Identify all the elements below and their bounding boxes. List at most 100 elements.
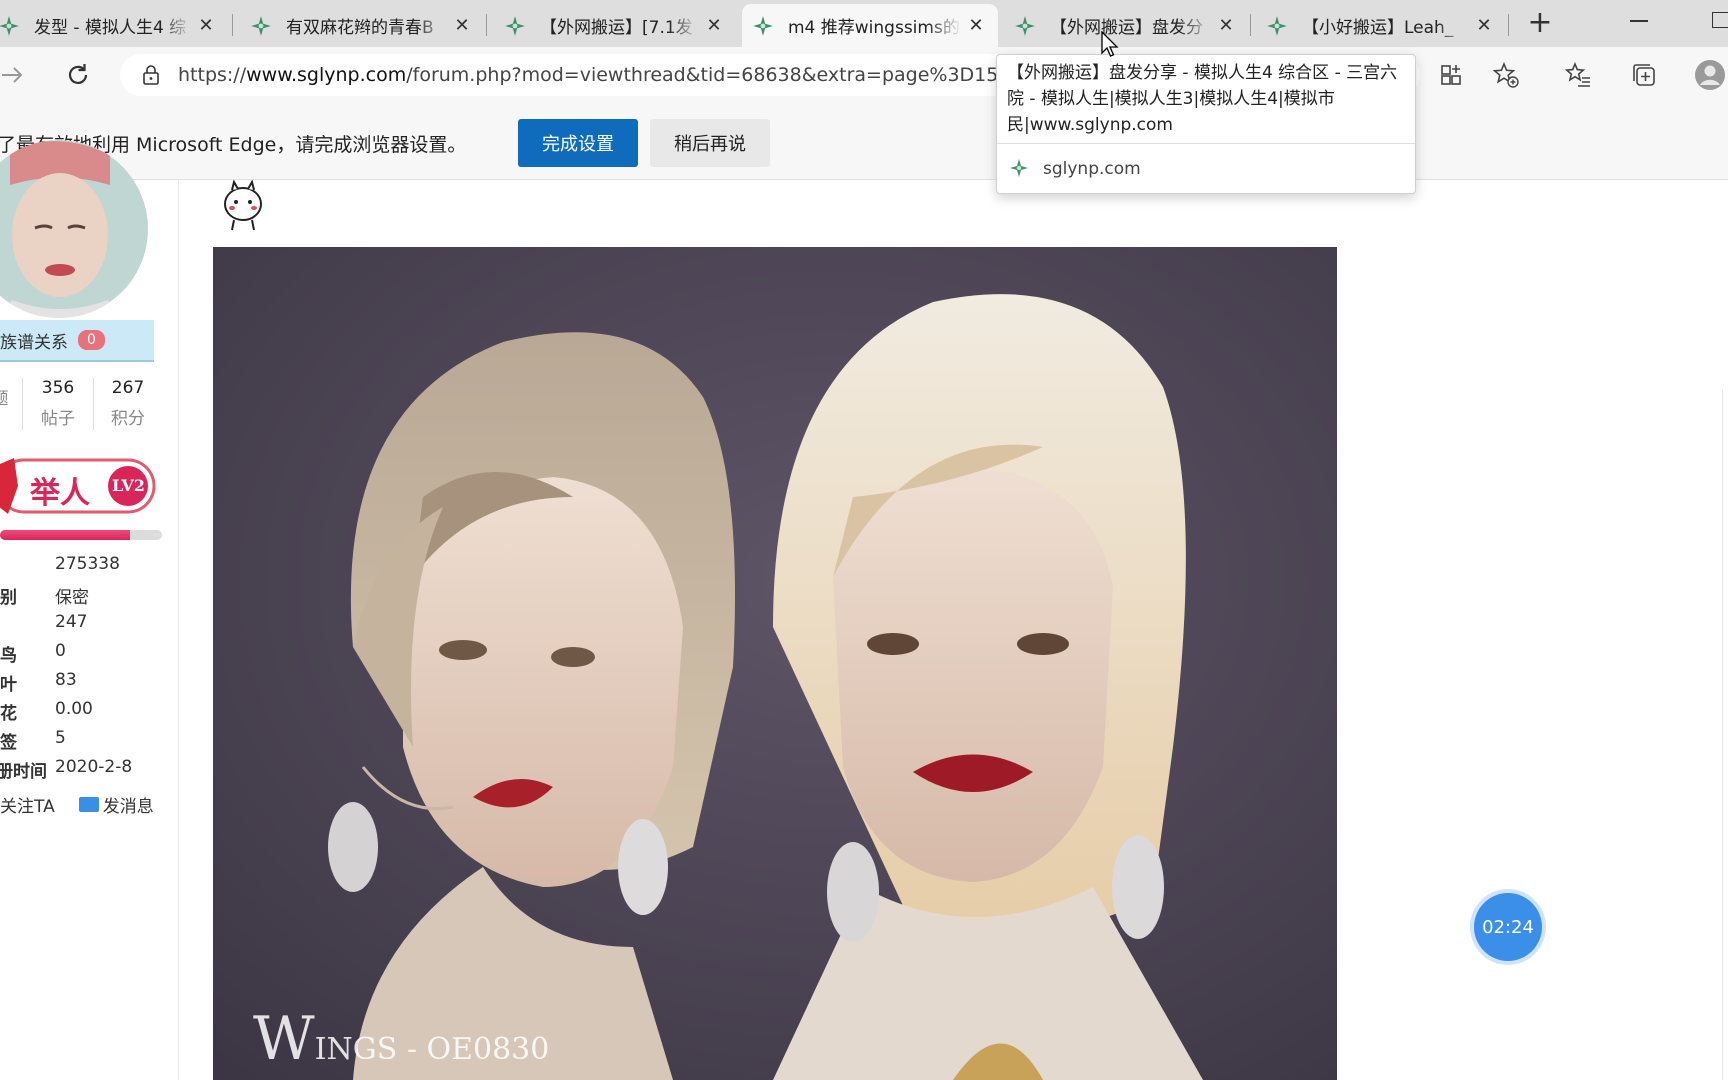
forward-button[interactable] [0, 55, 32, 95]
browser-tab[interactable]: 【外网搬运】盘发分 ✕ [1004, 4, 1248, 47]
edge-setup-infobar: 为了最有效地利用 Microsoft Edge，请完成浏览器设置。 完成设置 稍… [0, 105, 1728, 180]
info-value: 0.00 [55, 699, 93, 719]
info-value: 247 [55, 612, 88, 632]
info-value: 275338 [55, 554, 120, 574]
info-key: 别 [0, 588, 17, 608]
tab-title: 【外网搬运】[7.1发 [540, 18, 693, 38]
add-favorite-button[interactable] [1490, 59, 1522, 91]
tab-separator [1508, 14, 1509, 36]
info-row: 叶 83 [0, 670, 178, 698]
browser-toolbar: https://www.sglynp.com/forum.php?mod=vie… [0, 47, 1728, 105]
profile-button[interactable] [1694, 59, 1726, 91]
envelope-icon [78, 797, 99, 812]
stat-number: 356 [41, 378, 75, 398]
rank-level: LV2 [112, 476, 145, 495]
complete-setup-button[interactable]: 完成设置 [518, 119, 638, 167]
hairstyle-preview-image [213, 247, 1337, 1080]
tooltip-divider [997, 143, 1415, 144]
tab-strip: 发型 - 模拟人生4 综 ✕ 有双麻花辫的青春B ✕ 【外网搬运】[7.1发 ✕… [0, 0, 1728, 47]
url-text: https://www.sglynp.com/forum.php?mod=vie… [178, 64, 1016, 86]
info-key: 签 [0, 733, 17, 753]
refresh-icon [68, 64, 88, 84]
tab-separator [486, 14, 487, 36]
new-tab-button[interactable]: + [1520, 6, 1560, 42]
refresh-button[interactable] [58, 55, 98, 95]
tab-separator [1250, 14, 1251, 36]
rank-progress-bar [0, 530, 162, 540]
kin-count-badge: 0 [78, 330, 105, 350]
site-favicon-icon [1015, 15, 1035, 36]
stat-divider [22, 378, 23, 430]
site-favicon-icon [1010, 159, 1028, 177]
info-row: 247 [0, 612, 178, 640]
watermark-initial: W [253, 1004, 315, 1074]
right-panel-edge [1722, 390, 1728, 1080]
tab-title: m4 推荐wingssims的 [788, 18, 960, 38]
close-tab-icon[interactable]: ✕ [700, 15, 728, 36]
site-favicon-icon [505, 15, 525, 36]
tab-title: 有双麻花辫的青春B [286, 18, 434, 38]
stat-topics[interactable]: 题 [0, 378, 10, 409]
close-tab-icon[interactable]: ✕ [192, 15, 220, 36]
info-row-register-date: 册时间 2020-2-8 [0, 757, 178, 785]
tab-title: 【外网搬运】盘发分 [1050, 18, 1203, 38]
info-value: 保密 [55, 588, 89, 608]
tooltip-title: 【外网搬运】盘发分享 - 模拟人生4 综合区 - 三宫六院 - 模拟人生|模拟人… [1007, 63, 1398, 135]
video-timer-badge[interactable]: 02:24 [1474, 893, 1542, 961]
maximize-window-icon[interactable] [1712, 12, 1728, 28]
info-value: 83 [55, 670, 77, 690]
stat-posts[interactable]: 356 帖子 [30, 378, 86, 429]
stat-divider [93, 378, 94, 430]
lock-icon[interactable] [142, 65, 160, 85]
arrow-right-icon [2, 67, 23, 83]
send-message-link[interactable]: 发消息 [103, 792, 154, 817]
follow-link[interactable]: 关注TA [0, 792, 55, 817]
browser-tab[interactable]: 有双麻花辫的青春B ✕ [240, 4, 484, 47]
post-image[interactable]: WINGS - OE0830 [213, 247, 1337, 1080]
favorites-button[interactable] [1562, 59, 1594, 91]
tab-separator [232, 14, 233, 36]
close-tab-icon[interactable]: ✕ [448, 15, 476, 36]
browser-tab[interactable]: 发型 - 模拟人生4 综 ✕ [0, 4, 228, 47]
browser-tab[interactable]: 【外网搬运】[7.1发 ✕ [494, 4, 736, 47]
apps-grid-icon [1441, 65, 1461, 85]
tab-title: 【小好搬运】Leah_ [1302, 18, 1454, 38]
stat-label: 积分 [111, 409, 145, 429]
stat-label: 题 [0, 384, 10, 409]
stat-points[interactable]: 267 积分 [100, 378, 156, 429]
close-tab-icon[interactable]: ✕ [1470, 15, 1498, 36]
kin-relation-button[interactable]: 族谱关系 0 [0, 320, 154, 362]
url-scheme: https:// [178, 64, 247, 86]
site-favicon-icon [1267, 15, 1287, 36]
site-favicon-icon [251, 15, 271, 36]
profile-actions: 关注TA 发消息 [0, 792, 154, 817]
tab-title: 发型 - 模拟人生4 综 [34, 18, 187, 38]
info-value: 5 [55, 728, 66, 748]
rank-title: 举人 [30, 476, 90, 511]
browser-tab[interactable]: 【小好搬运】Leah_ ✕ [1256, 4, 1506, 47]
favorites-list-icon [1564, 61, 1590, 87]
close-tab-icon[interactable]: ✕ [1212, 15, 1240, 36]
close-tab-icon[interactable]: ✕ [962, 15, 990, 36]
tooltip-host: sglynp.com [1043, 159, 1141, 179]
url-path: /forum.php?mod=viewthread&tid=68638&extr… [406, 64, 1017, 86]
apps-button[interactable] [1436, 59, 1468, 91]
info-row: 花 0.00 [0, 699, 178, 727]
stat-number: 267 [111, 378, 145, 398]
later-button[interactable]: 稍后再说 [650, 119, 770, 167]
info-row: 签 5 [0, 728, 178, 756]
image-watermark: WINGS - OE0830 [253, 1004, 549, 1074]
rank-progress-fill [0, 530, 130, 540]
minimize-window-icon[interactable] [1630, 20, 1648, 22]
collections-button[interactable] [1628, 59, 1660, 91]
mascot-sticker-icon [224, 180, 262, 231]
info-row-gender: 别 保密 [0, 583, 178, 611]
tab-hover-tooltip: 【外网搬运】盘发分享 - 模拟人生4 综合区 - 三宫六院 - 模拟人生|模拟人… [996, 54, 1416, 194]
mouse-cursor-icon [1101, 31, 1119, 57]
info-key: 册时间 [0, 762, 47, 782]
info-key: 花 [0, 704, 17, 724]
info-value: 2020-2-8 [55, 757, 133, 777]
browser-tab-active[interactable]: m4 推荐wingssims的 ✕ [742, 4, 998, 47]
site-favicon-icon [753, 15, 773, 36]
url-host: www.sglynp.com [246, 64, 407, 86]
